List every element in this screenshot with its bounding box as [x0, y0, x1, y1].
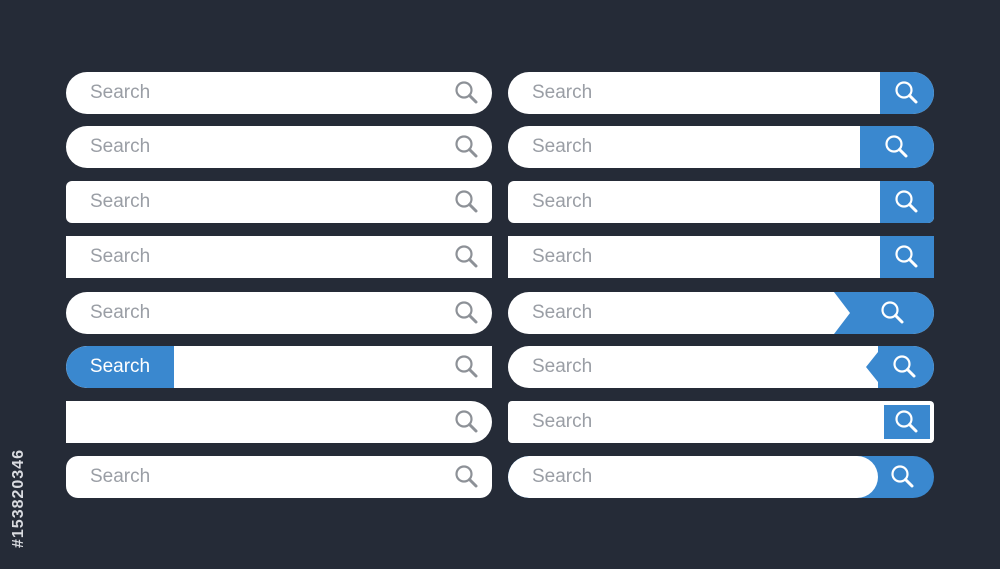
search-bar-6[interactable]: Search [66, 346, 492, 388]
search-button[interactable] [880, 236, 934, 278]
search-input-placeholder[interactable]: Search [532, 236, 592, 278]
search-bar-13[interactable]: Search [508, 292, 934, 334]
search-icon[interactable] [454, 409, 480, 435]
stock-id-text: #153820346 [10, 449, 27, 548]
search-input-placeholder[interactable]: Search [90, 126, 150, 168]
search-icon [894, 80, 920, 106]
search-bar-8[interactable]: Search [66, 456, 492, 498]
search-input-placeholder[interactable]: Search [90, 456, 150, 498]
search-icon[interactable] [454, 80, 480, 106]
search-icon[interactable] [454, 464, 480, 490]
search-button[interactable] [866, 346, 934, 388]
search-button[interactable] [860, 126, 934, 168]
search-icon [892, 354, 918, 380]
search-tag-label[interactable]: Search [66, 346, 174, 388]
search-input-placeholder[interactable]: Search [532, 401, 592, 443]
search-button[interactable] [834, 292, 934, 334]
search-input-placeholder[interactable]: Search [532, 292, 592, 334]
search-bar-16[interactable]: Search [508, 456, 934, 498]
search-icon[interactable] [454, 300, 480, 326]
search-input-placeholder[interactable]: Search [90, 292, 150, 334]
search-bar-3[interactable]: Search [66, 181, 492, 223]
search-button[interactable] [880, 72, 934, 114]
search-input-placeholder[interactable]: Search [532, 181, 592, 223]
search-bar-7[interactable] [66, 401, 492, 443]
search-bar-12[interactable]: Search [508, 236, 934, 278]
search-icon [894, 244, 920, 270]
search-bar-1[interactable]: Search [66, 72, 492, 114]
search-input-placeholder[interactable]: Search [90, 181, 150, 223]
search-bar-11[interactable]: Search [508, 181, 934, 223]
search-bar-10[interactable]: Search [508, 126, 934, 168]
search-button[interactable] [884, 405, 930, 439]
search-bar-5[interactable]: Search [66, 292, 492, 334]
search-icon [894, 409, 920, 435]
page: { "placeholder": "Search", "active_tag_l… [0, 0, 1000, 569]
search-icon [884, 134, 910, 160]
search-icon[interactable] [454, 134, 480, 160]
search-icon [894, 189, 920, 215]
search-icon[interactable] [454, 244, 480, 270]
search-input-placeholder[interactable]: Search [532, 126, 592, 168]
search-icon [880, 300, 906, 326]
search-bar-9[interactable]: Search [508, 72, 934, 114]
search-icon[interactable] [890, 464, 916, 490]
search-input-placeholder[interactable]: Search [90, 236, 150, 278]
search-input-placeholder[interactable]: Search [532, 72, 592, 114]
search-bar-15[interactable]: Search [508, 401, 934, 443]
search-input-placeholder[interactable]: Search [532, 456, 592, 498]
search-input-placeholder[interactable]: Search [532, 346, 592, 388]
search-bar-14[interactable]: Search [508, 346, 934, 388]
search-input-placeholder[interactable]: Search [90, 72, 150, 114]
search-bar-4[interactable]: Search [66, 236, 492, 278]
search-icon[interactable] [454, 189, 480, 215]
search-button[interactable] [880, 181, 934, 223]
search-icon[interactable] [454, 354, 480, 380]
search-bar-2[interactable]: Search [66, 126, 492, 168]
